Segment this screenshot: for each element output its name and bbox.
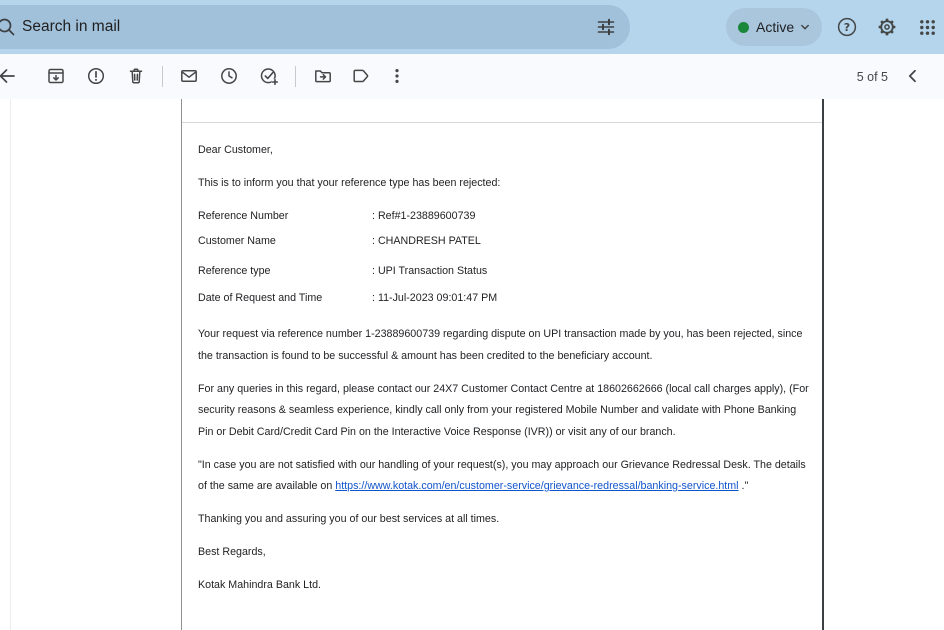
search-icon[interactable]	[0, 17, 16, 37]
back-arrow-icon[interactable]	[0, 66, 17, 86]
reference-details-table: Reference Number : Ref#1-23889600739 Cus…	[198, 206, 810, 309]
search-options-tune-icon[interactable]	[596, 17, 616, 37]
field-value: : 11-Jul-2023 09:01:47 PM	[372, 288, 497, 310]
search-bar[interactable]	[0, 5, 630, 49]
report-spam-icon[interactable]	[86, 66, 106, 86]
status-label: Active	[756, 19, 794, 35]
table-row: Reference type : UPI Transaction Status	[198, 261, 810, 283]
rejection-paragraph: Your request via reference number 1-2388…	[198, 324, 810, 367]
chevron-down-icon	[799, 21, 811, 33]
move-to-icon[interactable]	[313, 66, 333, 86]
grievance-text-after: ."	[739, 480, 749, 492]
signature-line: Kotak Mahindra Bank Ltd.	[198, 575, 810, 597]
field-label: Date of Request and Time	[198, 288, 372, 310]
table-row: Reference Number : Ref#1-23889600739	[198, 206, 810, 228]
toolbar-divider	[162, 66, 163, 87]
email-message-body: Dear Customer, This is to inform you tha…	[181, 99, 824, 630]
table-row: Date of Request and Time : 11-Jul-2023 0…	[198, 288, 810, 310]
email-text: Dear Customer, This is to inform you tha…	[182, 123, 822, 597]
email-toolbar: 5 of 5	[0, 54, 944, 99]
snooze-icon[interactable]	[219, 66, 239, 86]
help-icon[interactable]: ?	[836, 16, 858, 38]
active-status-dot-icon	[738, 22, 749, 33]
google-apps-grid-icon[interactable]	[918, 18, 937, 37]
archive-icon[interactable]	[46, 66, 66, 86]
more-options-icon[interactable]	[387, 66, 407, 86]
search-input[interactable]	[22, 5, 522, 49]
thanks-paragraph: Thanking you and assuring you of our bes…	[198, 509, 810, 531]
field-value: : Ref#1-23889600739	[372, 206, 475, 228]
mark-unread-icon[interactable]	[179, 66, 199, 86]
labels-icon[interactable]	[351, 66, 371, 86]
toolbar-divider	[295, 66, 296, 87]
closing-line: Best Regards,	[198, 542, 810, 564]
field-label: Reference Number	[198, 206, 372, 228]
newer-email-chevron-icon[interactable]	[904, 67, 922, 85]
gmail-window: Active ?	[0, 0, 944, 630]
gmail-header: Active ?	[0, 0, 944, 54]
delete-icon[interactable]	[126, 66, 146, 86]
field-value: : UPI Transaction Status	[372, 261, 487, 283]
chat-status-chip[interactable]: Active	[726, 8, 822, 46]
grievance-paragraph: "In case you are not satisfied with our …	[198, 455, 810, 498]
email-greeting: Dear Customer,	[198, 140, 810, 162]
field-label: Customer Name	[198, 231, 372, 253]
svg-text:?: ?	[844, 21, 850, 34]
pagination-counter: 5 of 5	[857, 54, 888, 99]
table-row: Customer Name : CHANDRESH PATEL	[198, 231, 810, 253]
settings-icon[interactable]	[876, 16, 898, 38]
add-to-tasks-icon[interactable]	[259, 66, 279, 86]
grievance-redressal-link[interactable]: https://www.kotak.com/en/customer-servic…	[335, 480, 738, 492]
contact-paragraph: For any queries in this regard, please c…	[198, 379, 810, 444]
field-value: : CHANDRESH PATEL	[372, 231, 481, 253]
pane-left-divider	[10, 99, 11, 630]
reading-pane: Dear Customer, This is to inform you tha…	[0, 99, 944, 630]
email-intro: This is to inform you that your referenc…	[198, 173, 810, 195]
email-header-divider	[182, 99, 822, 123]
field-label: Reference type	[198, 261, 372, 283]
